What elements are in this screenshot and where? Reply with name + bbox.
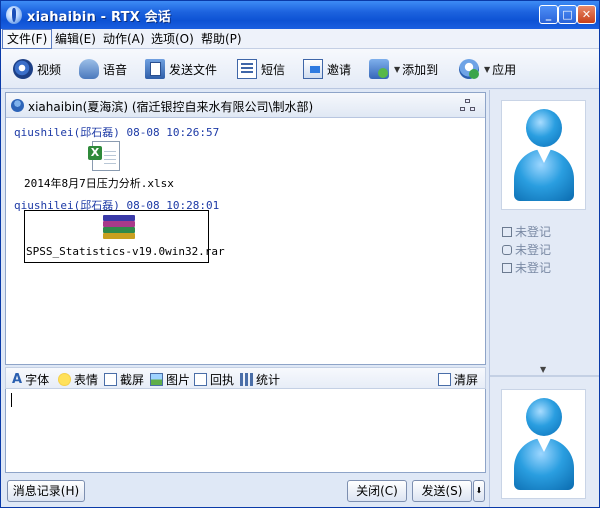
sms-button[interactable]: 短信	[237, 57, 285, 81]
maximize-button[interactable]: □	[558, 5, 577, 24]
sms-icon	[237, 59, 257, 79]
file-name-xlsx[interactable]: 2014年8月7日压力分析.xlsx	[24, 175, 174, 191]
telephone-icon	[502, 245, 512, 255]
receipt-icon	[194, 372, 207, 386]
smiley-icon	[58, 372, 71, 386]
close-window-button[interactable]: ✕	[577, 5, 596, 24]
emoji-button[interactable]: 表情	[58, 371, 98, 387]
org-chart-icon[interactable]	[460, 99, 476, 112]
clear-screen-label: 清屏	[454, 372, 479, 387]
font-label: 字体	[25, 372, 50, 387]
email-icon	[502, 263, 512, 273]
text-caret	[11, 393, 12, 407]
rar-archive-icon[interactable]	[103, 215, 135, 241]
font-button[interactable]: A 字体	[12, 371, 49, 387]
add-to-label: 添加到	[402, 62, 439, 77]
sms-label: 短信	[261, 62, 286, 77]
contact-email-value: 未登记	[515, 261, 552, 275]
add-to-button[interactable]: ▼ 添加到	[369, 57, 438, 81]
voice-button[interactable]: 语音	[79, 57, 127, 81]
title-bar[interactable]: xiahaibin - RTX 会话 _ □ ✕	[1, 1, 599, 29]
excel-file-icon[interactable]	[88, 141, 120, 171]
file-name-rar[interactable]: SPSS_Statistics-v19.0win32.rar	[26, 245, 225, 258]
voice-label: 语音	[103, 62, 128, 77]
contact-avatar-icon	[514, 109, 574, 201]
bottom-bar: 消息记录(H) 关闭(C) 发送(S) ⬇	[1, 475, 489, 507]
stats-button[interactable]: 统计	[240, 371, 280, 387]
contact-info-panel: 未登记 未登记 未登记 ▼	[489, 90, 599, 507]
send-options-icon[interactable]: ⬇	[473, 480, 485, 502]
stats-icon	[240, 372, 253, 386]
picture-label: 图片	[166, 372, 191, 387]
screenshot-icon	[104, 372, 117, 386]
microphone-icon	[79, 59, 99, 79]
self-avatar	[501, 389, 586, 499]
stats-label: 统计	[256, 372, 281, 387]
contact-mobile-value: 未登记	[515, 225, 552, 239]
minimize-button[interactable]: _	[539, 5, 558, 24]
contact-header-text: xiahaibin(夏海滨) (宿迁银控自来水有限公司\制水部)	[28, 100, 314, 114]
close-button[interactable]: 关闭(C)	[347, 480, 407, 502]
menu-edit[interactable]: 编辑(E)	[51, 29, 100, 49]
menu-file[interactable]: 文件(F)	[2, 29, 53, 49]
contact-phone: 未登记	[502, 241, 551, 258]
picture-button[interactable]: 图片	[150, 371, 190, 387]
apps-button[interactable]: ▼ 应用	[459, 57, 516, 81]
contact-mobile: 未登记	[502, 223, 551, 240]
video-camera-icon	[13, 59, 33, 79]
contact-phone-value: 未登记	[515, 243, 552, 257]
message-sender: qiushilei(邱石磊)	[14, 126, 120, 139]
picture-icon	[150, 372, 163, 386]
send-button[interactable]: 发送(S)	[412, 480, 472, 502]
screenshot-label: 截屏	[120, 372, 145, 387]
send-file-icon	[145, 59, 165, 79]
send-file-label: 发送文件	[169, 62, 218, 77]
emoji-label: 表情	[74, 372, 99, 387]
receipt-label: 回执	[210, 372, 235, 387]
screenshot-button[interactable]: 截屏	[104, 371, 144, 387]
panel-splitter[interactable]	[490, 375, 599, 377]
collapse-arrow-icon[interactable]: ▼	[540, 365, 546, 374]
contact-user-icon	[11, 99, 24, 112]
menu-help[interactable]: 帮助(P)	[197, 29, 246, 49]
menu-bar: 文件(F) 编辑(E) 动作(A) 选项(O) 帮助(P)	[1, 29, 599, 49]
contact-avatar	[501, 100, 586, 210]
self-avatar-icon	[514, 398, 574, 490]
mobile-phone-icon	[502, 227, 512, 237]
video-label: 视频	[37, 62, 62, 77]
video-button[interactable]: 视频	[13, 57, 61, 81]
message-meta: qiushilei(邱石磊) 08-08 10:26:57	[14, 124, 219, 140]
menu-options[interactable]: 选项(O)	[147, 29, 198, 49]
rtx-logo-icon	[6, 6, 22, 24]
message-history-button[interactable]: 消息记录(H)	[7, 480, 85, 502]
message-input[interactable]	[5, 389, 486, 473]
invite-icon	[303, 59, 323, 79]
message-time: 08-08 10:26:57	[126, 126, 220, 139]
apps-label: 应用	[492, 62, 517, 77]
input-toolbar: A 字体 表情 截屏 图片 回执 统计 清屏	[5, 367, 486, 389]
invite-label: 邀请	[327, 62, 352, 77]
contact-email: 未登记	[502, 259, 551, 276]
apps-dropdown-icon[interactable]: ▼	[484, 65, 490, 74]
clear-screen-icon	[438, 372, 451, 386]
add-to-icon	[369, 59, 389, 79]
send-file-button[interactable]: 发送文件	[145, 57, 217, 81]
add-to-dropdown-icon[interactable]: ▼	[394, 65, 400, 74]
clear-screen-button[interactable]: 清屏	[438, 371, 478, 387]
font-icon: A	[12, 371, 23, 387]
apps-icon	[459, 59, 479, 79]
window-title: xiahaibin - RTX 会话	[27, 10, 172, 25]
receipt-button[interactable]: 回执	[194, 371, 234, 387]
main-toolbar: 视频 语音 发送文件 短信 邀请 ▼ 添加到 ▼ 应用	[1, 49, 599, 89]
menu-action[interactable]: 动作(A)	[99, 29, 149, 49]
invite-button[interactable]: 邀请	[303, 57, 351, 81]
chat-header: xiahaibin(夏海滨) (宿迁银控自来水有限公司\制水部)	[6, 93, 485, 118]
rtx-chat-window: xiahaibin - RTX 会话 _ □ ✕ 文件(F) 编辑(E) 动作(…	[0, 0, 600, 508]
chat-history-panel[interactable]: xiahaibin(夏海滨) (宿迁银控自来水有限公司\制水部) qiushil…	[5, 92, 486, 365]
